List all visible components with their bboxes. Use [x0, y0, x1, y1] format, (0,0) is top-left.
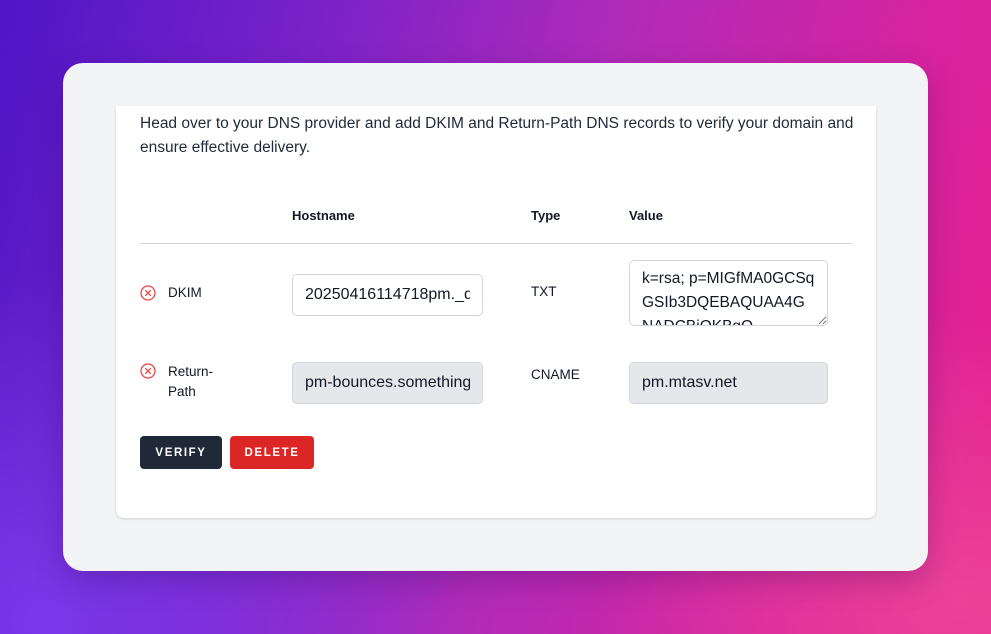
return-path-hostname-input[interactable]	[292, 362, 483, 404]
return-path-value-input[interactable]	[629, 362, 828, 404]
header-value: Value	[629, 208, 663, 223]
x-circle-icon	[140, 363, 156, 379]
table-row-dkim: DKIM TXT k=rsa; p=MIGfMA0GCSqGSIb3DQEBAQ…	[116, 260, 876, 330]
table-divider	[140, 243, 852, 244]
x-circle-icon	[140, 285, 156, 301]
record-type-dkim: TXT	[531, 284, 557, 299]
dkim-value-textarea[interactable]: k=rsa; p=MIGfMA0GCSqGSIb3DQEBAQUAA4GNADC…	[629, 260, 828, 326]
dkim-hostname-input[interactable]	[292, 274, 483, 316]
verify-button[interactable]: VERIFY	[140, 436, 222, 469]
dns-records-card: Head over to your DNS provider and add D…	[116, 106, 876, 518]
record-type-return-path: CNAME	[531, 367, 580, 382]
header-hostname: Hostname	[292, 208, 355, 223]
record-name-dkim: DKIM	[168, 285, 202, 300]
intro-text: Head over to your DNS provider and add D…	[140, 115, 854, 156]
record-name-return-path: Return-Path	[168, 364, 214, 399]
header-type: Type	[531, 208, 561, 223]
delete-button[interactable]: DELETE	[230, 436, 314, 469]
table-row-return-path: Return-Path CNAME	[116, 356, 876, 410]
app-frame: Head over to your DNS provider and add D…	[63, 63, 928, 571]
